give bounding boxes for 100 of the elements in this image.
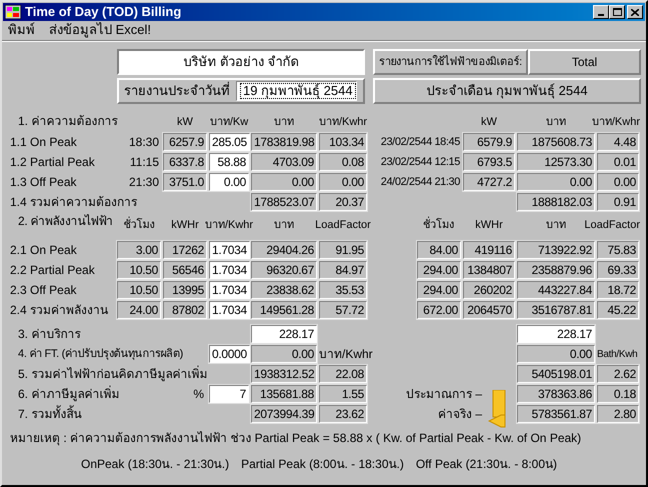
close-icon bbox=[631, 8, 639, 16]
minimize-button[interactable] bbox=[593, 5, 609, 19]
rate-field[interactable]: 1.7034 bbox=[209, 301, 250, 319]
time-text: 18:30 bbox=[128, 134, 159, 151]
column-header: kW bbox=[177, 114, 193, 130]
value-cell: 0.00 bbox=[251, 173, 317, 191]
value-cell: 6257.9 bbox=[163, 133, 207, 151]
period-text: Partial Peak (8:00น. - 18:30น.) bbox=[241, 456, 404, 473]
column-header: บาท/Kwhr bbox=[204, 218, 254, 233]
value-cell: 0.00 bbox=[597, 173, 639, 191]
column-header: บาท bbox=[274, 114, 294, 130]
row-label: 1.2 Partial Peak bbox=[10, 154, 95, 171]
value-cell: 24.00 bbox=[117, 301, 161, 319]
value-cell: 294.00 bbox=[417, 261, 461, 279]
datetime-text: 23/02/2544 12:15 bbox=[380, 154, 460, 170]
rate-field[interactable]: 1.7034 bbox=[209, 241, 250, 259]
note-text: ประมาณการ – bbox=[406, 386, 482, 403]
value-cell: 149561.28 bbox=[251, 301, 317, 319]
rate-field[interactable]: 1.7034 bbox=[209, 261, 250, 279]
rate-field[interactable]: 58.88 bbox=[209, 153, 249, 171]
value-cell: 57.72 bbox=[319, 301, 367, 319]
month-label: ประจำเดือน กุมพาพันธุ์ 2544 bbox=[373, 78, 641, 104]
column-header: บาท/Kwhr bbox=[592, 114, 640, 130]
vat-field[interactable]: 7 bbox=[209, 385, 249, 403]
datetime-text: 24/02/2544 21:30 bbox=[380, 174, 460, 190]
value-cell: 2358879.96 bbox=[517, 261, 595, 279]
rate-field[interactable]: 0.00 bbox=[209, 173, 249, 191]
value-field[interactable]: 228.17 bbox=[517, 325, 595, 343]
value-cell: 0.00 bbox=[517, 345, 595, 363]
column-header: ชั่วโมง bbox=[124, 216, 154, 233]
column-header: บาท/Kwhr bbox=[318, 114, 368, 130]
value-cell: 0.00 bbox=[319, 173, 367, 191]
ft-field[interactable]: 0.0000 bbox=[209, 345, 250, 363]
value-cell: 0.08 bbox=[319, 153, 367, 171]
value-cell: 4.48 bbox=[597, 133, 639, 151]
row-label: 4. ค่า FT. (ค่าปรับปรุงต้นทุนการผลิต) bbox=[18, 346, 183, 362]
value-cell: 23838.62 bbox=[251, 281, 317, 299]
value-cell: 1888182.03 bbox=[517, 193, 595, 211]
section-title: 1. ค่าความต้องการ bbox=[18, 113, 118, 130]
value-cell: 4703.09 bbox=[251, 153, 317, 171]
value-cell: 672.00 bbox=[417, 301, 461, 319]
value-cell: 2073994.39 bbox=[251, 405, 318, 423]
row-label: 7. รวมทั้งสิ้น bbox=[18, 405, 82, 423]
period-text: OnPeak (18:30น. - 21:30น.) bbox=[81, 456, 230, 473]
value-cell: 294.00 bbox=[417, 281, 461, 299]
value-cell: 0.18 bbox=[597, 385, 639, 403]
rate-field[interactable]: 1.7034 bbox=[209, 281, 250, 299]
row-label: 1.4 รวมค่าความต้องการ bbox=[10, 194, 138, 211]
date-dropdown[interactable]: 19 กุมพาพันธุ์ 2544 bbox=[236, 81, 357, 101]
row-label: 2.1 On Peak bbox=[10, 242, 77, 259]
unit-text: Bath/Kwh bbox=[597, 348, 638, 362]
row-label: 3. ค่าบริการ bbox=[18, 326, 80, 343]
value-field[interactable]: 228.17 bbox=[251, 325, 317, 343]
column-header: kWHr bbox=[171, 218, 199, 233]
meter-value: Total bbox=[528, 49, 641, 75]
note-text: ค่าจริง – bbox=[438, 406, 482, 423]
value-cell: 56546 bbox=[163, 261, 207, 279]
value-cell: 10.50 bbox=[117, 261, 161, 279]
row-label: 2.3 Off Peak bbox=[10, 282, 76, 299]
date-label: รายงานประจำวันที่ bbox=[124, 81, 230, 100]
value-cell: 23.62 bbox=[319, 405, 367, 423]
value-cell: 13995 bbox=[163, 281, 207, 299]
column-header: kW bbox=[481, 114, 497, 130]
value-cell: 260202 bbox=[463, 281, 515, 299]
menu-item[interactable]: พิมพ์ bbox=[8, 20, 35, 40]
meter-label: รายงานการใช้ไฟฟ้าของมิเตอร์: bbox=[373, 49, 528, 75]
value-cell: 0.01 bbox=[597, 153, 639, 171]
arrow-drawing bbox=[488, 390, 506, 428]
column-header: LoadFactor bbox=[315, 218, 371, 233]
column-header: ชั่วโมง bbox=[423, 216, 454, 233]
value-cell: 96320.67 bbox=[251, 261, 317, 279]
value-cell: 6579.9 bbox=[463, 133, 515, 151]
value-cell: 35.53 bbox=[319, 281, 367, 299]
menu-item[interactable]: ส่งข้อมูลไป Excel! bbox=[49, 20, 152, 40]
value-cell: 0.91 bbox=[597, 193, 639, 211]
time-text: 11:15 bbox=[130, 154, 159, 171]
datetime-text: 23/02/2544 18:45 bbox=[380, 134, 460, 150]
value-cell: 18.72 bbox=[597, 281, 639, 299]
app-icon bbox=[5, 5, 21, 19]
rate-field[interactable]: 285.05 bbox=[209, 133, 250, 151]
unit-text: บาท/Kwhr bbox=[319, 346, 373, 363]
section-title: 2. ค่าพลังงานไฟฟ้า bbox=[18, 213, 113, 230]
row-label: 5. รวมค่าไฟฟ้าก่อนคิดภาษีมูลค่าเพิ่ม bbox=[18, 365, 208, 383]
value-cell: 1384807 bbox=[463, 261, 515, 279]
value-cell: 1.55 bbox=[319, 385, 367, 403]
value-cell: 22.08 bbox=[319, 365, 367, 383]
close-button[interactable] bbox=[627, 5, 643, 19]
row-label: 1.1 On Peak bbox=[10, 134, 77, 151]
company-name: บริษัท ตัวอย่าง จำกัด bbox=[117, 49, 365, 75]
value-cell: 135681.88 bbox=[251, 385, 317, 403]
value-cell: 84.97 bbox=[319, 261, 367, 279]
value-cell: 45.22 bbox=[597, 301, 639, 319]
value-cell: 84.00 bbox=[417, 241, 461, 259]
value-cell: 3751.0 bbox=[163, 173, 207, 191]
column-header: บาท/Kw bbox=[210, 114, 248, 130]
value-cell: 4727.2 bbox=[463, 173, 515, 191]
maximize-button[interactable] bbox=[609, 5, 625, 19]
row-label: 2.4 รวมค่าพลังงาน bbox=[10, 302, 108, 319]
value-cell: 443227.84 bbox=[517, 281, 595, 299]
value-cell: 17262 bbox=[163, 241, 207, 259]
